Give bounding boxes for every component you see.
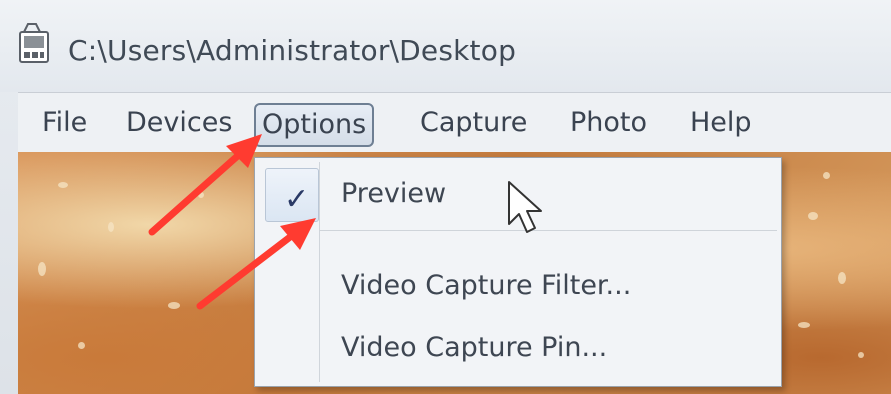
menu-item-video-capture-filter[interactable]: Video Capture Filter...: [259, 254, 777, 318]
menu-options[interactable]: Options: [254, 103, 375, 147]
menu-item-label: Video Capture Filter...: [341, 270, 632, 301]
menu-item-label: Video Capture Pin...: [341, 332, 608, 363]
menu-help[interactable]: Help: [684, 103, 758, 143]
menu-item-label: Preview: [341, 178, 447, 209]
window-title: C:\Users\Administrator\Desktop: [68, 34, 517, 67]
menu-file[interactable]: File: [36, 103, 93, 143]
title-bar: C:\Users\Administrator\Desktop: [0, 0, 891, 92]
menu-bar: File Devices Options Capture Photo Help: [18, 92, 891, 153]
app-window: C:\Users\Administrator\Desktop File Devi…: [0, 0, 891, 394]
menu-separator: [319, 230, 777, 231]
menu-capture[interactable]: Capture: [414, 103, 533, 143]
menu-devices[interactable]: Devices: [120, 103, 238, 143]
mouse-cursor-icon: [505, 180, 545, 240]
film-camera-icon: [14, 22, 54, 66]
menu-photo[interactable]: Photo: [564, 103, 653, 143]
menu-item-video-capture-pin[interactable]: Video Capture Pin...: [259, 316, 777, 380]
check-box: ✓: [265, 168, 319, 222]
checkmark-icon: ✓: [284, 182, 310, 217]
